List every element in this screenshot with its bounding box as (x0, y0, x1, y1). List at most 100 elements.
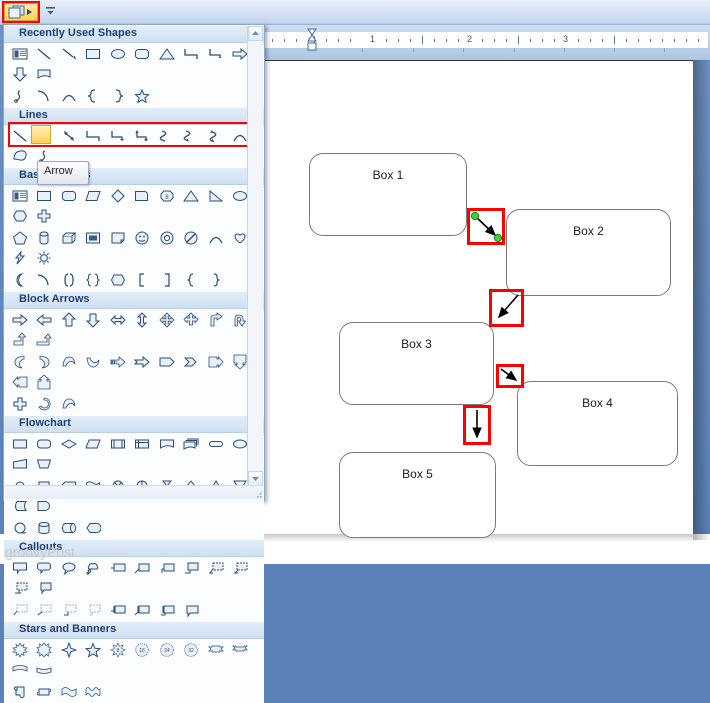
elbow-connector-icon[interactable] (181, 44, 201, 64)
line-callout-1-no-border-icon[interactable] (10, 600, 30, 620)
folded-corner-icon[interactable] (108, 228, 128, 248)
flowchart-manual-operation-icon[interactable] (34, 454, 54, 474)
curved-down-arrow-icon[interactable] (83, 352, 103, 372)
quad-arrow-callout-icon[interactable] (181, 310, 201, 330)
up-arrow-icon[interactable] (59, 310, 79, 330)
shape-row[interactable] (4, 557, 264, 599)
circular-arrow-icon[interactable] (34, 394, 54, 414)
8-point-star-icon[interactable]: 8 (108, 640, 128, 660)
left-bracket-icon[interactable] (59, 270, 79, 290)
arc-icon[interactable] (59, 86, 79, 106)
flowchart-internal-storage-icon[interactable] (132, 434, 152, 454)
explosion-2-icon[interactable] (34, 640, 54, 660)
pentagon-arrow-icon[interactable] (157, 352, 177, 372)
cube-icon[interactable] (59, 228, 79, 248)
horizontal-ruler[interactable]: 1 2 3 (264, 32, 708, 48)
bracket-open-icon[interactable] (132, 270, 152, 290)
line-callout-1-icon[interactable] (108, 558, 128, 578)
left-arrow-icon[interactable] (34, 310, 54, 330)
shape-row[interactable] (4, 517, 264, 539)
isosceles-triangle-icon[interactable] (181, 186, 201, 206)
curved-up-arrow-icon[interactable] (59, 352, 79, 372)
elbow-arrow-connector-icon[interactable] (206, 44, 226, 64)
right-arrow-icon[interactable] (10, 310, 30, 330)
lightning-bolt-icon[interactable] (10, 248, 30, 268)
rectangle-icon[interactable] (34, 186, 54, 206)
shape-row[interactable] (4, 269, 264, 291)
isosceles-triangle-icon[interactable] (157, 44, 177, 64)
curved-right-arrow-icon[interactable] (34, 352, 54, 372)
notched-right-arrow-icon[interactable] (132, 352, 152, 372)
shape-row[interactable] (4, 85, 264, 107)
resize-grip-icon[interactable] (249, 486, 263, 499)
up-ribbon-icon[interactable] (206, 640, 226, 660)
cloud-callout-icon[interactable] (83, 558, 103, 578)
line-callout-1-accent-icon[interactable] (108, 600, 128, 620)
rectangle-icon[interactable] (83, 44, 103, 64)
arc-icon[interactable] (206, 228, 226, 248)
four-way-arrow-icon[interactable] (157, 310, 177, 330)
shapes-gallery-dropdown[interactable]: Recently Used Shapes Lines Basic 8 Block… (3, 24, 265, 703)
line-callout-1-bar-icon[interactable] (206, 558, 226, 578)
flowchart-magnetic-disk-icon[interactable] (34, 518, 54, 538)
rectangular-callout-icon[interactable] (10, 558, 30, 578)
bent-arrow-icon[interactable] (206, 310, 226, 330)
flowchart-direct-access-icon[interactable] (59, 518, 79, 538)
flowchart-decision-icon[interactable] (59, 434, 79, 454)
shape-row[interactable]: 8 16 24 32 (4, 639, 264, 681)
striped-right-arrow-icon[interactable] (108, 352, 128, 372)
turn-arrow-icon[interactable] (59, 394, 79, 414)
left-right-arrow-icon[interactable] (108, 310, 128, 330)
4-point-star-icon[interactable] (59, 640, 79, 660)
flowchart-predefined-process-icon[interactable] (108, 434, 128, 454)
oval-callout-icon[interactable] (59, 558, 79, 578)
16-point-star-icon[interactable]: 16 (132, 640, 152, 660)
rounded-rectangle-icon[interactable] (59, 186, 79, 206)
shape-row[interactable] (4, 681, 264, 703)
5-point-star-icon[interactable] (83, 640, 103, 660)
cross-icon[interactable] (34, 206, 54, 226)
flowchart-manual-input-icon[interactable] (10, 454, 30, 474)
customize-quick-access-toolbar-icon[interactable] (44, 4, 58, 18)
line-callout-4-icon[interactable] (181, 558, 201, 578)
up-arrow-callout-icon[interactable] (34, 372, 54, 392)
curved-up-ribbon-icon[interactable] (10, 660, 30, 680)
shape-row[interactable] (4, 393, 264, 415)
no-symbol-icon[interactable] (181, 228, 201, 248)
chevron-icon[interactable] (181, 352, 201, 372)
freeform-icon[interactable] (10, 146, 30, 166)
line-arrow-icon[interactable] (59, 44, 79, 64)
shape-row[interactable] (4, 599, 264, 621)
donut-icon[interactable] (157, 228, 177, 248)
scribble-icon[interactable] (10, 86, 30, 106)
text-box-icon[interactable] (10, 44, 30, 64)
24-point-star-icon[interactable]: 24 (157, 640, 177, 660)
right-brace-icon[interactable] (108, 86, 128, 106)
line-callout-2-accent-icon[interactable] (132, 600, 152, 620)
left-brace-icon[interactable] (83, 86, 103, 106)
shape-box-5[interactable]: Box 5 (339, 452, 496, 538)
arc-2-icon[interactable] (34, 270, 54, 290)
vertical-scroll-icon[interactable] (10, 682, 30, 702)
line-callout-4-bar-icon[interactable] (34, 578, 54, 598)
shape-row[interactable] (4, 43, 264, 85)
flowchart-document-icon[interactable] (34, 64, 54, 84)
line-callout-2-no-border-icon[interactable] (34, 600, 54, 620)
line-icon[interactable] (34, 44, 54, 64)
regular-pentagon-icon[interactable] (108, 270, 128, 290)
octagon-number-icon[interactable]: 8 (157, 186, 177, 206)
left-up-arrow-icon[interactable] (10, 330, 30, 350)
smiley-face-icon[interactable] (132, 228, 152, 248)
down-arrow-icon[interactable] (10, 64, 30, 84)
line-callout-2-bar-icon[interactable] (230, 558, 250, 578)
flowchart-multidocument-icon[interactable] (181, 434, 201, 454)
shape-row[interactable] (4, 351, 264, 393)
gallery-scrollbar[interactable] (247, 26, 263, 486)
hexagon-icon[interactable] (10, 206, 30, 226)
cross-arrow-icon[interactable] (10, 394, 30, 414)
cylinder-icon[interactable] (34, 228, 54, 248)
frame-icon[interactable] (83, 228, 103, 248)
moon-icon[interactable] (10, 270, 30, 290)
32-point-star-icon[interactable]: 32 (181, 640, 201, 660)
line-callout-4-no-border-icon[interactable] (83, 600, 103, 620)
